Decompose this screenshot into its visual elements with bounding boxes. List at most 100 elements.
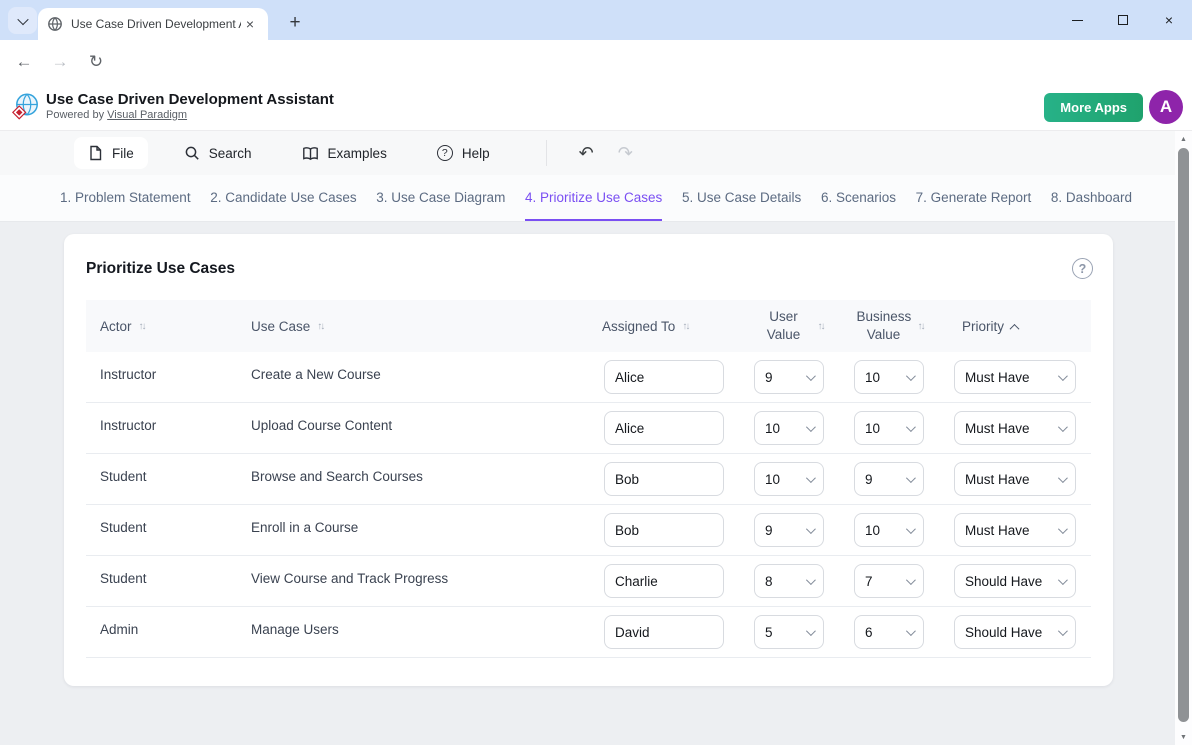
page-title: Prioritize Use Cases [86, 260, 235, 278]
header-priority[interactable]: Priority [940, 319, 1091, 334]
user-value-select[interactable]: 10 [754, 462, 824, 496]
scrollbar-thumb[interactable] [1178, 148, 1189, 722]
use-case-cell: Manage Users [251, 607, 588, 657]
user-value-text: 8 [765, 574, 773, 589]
assigned-to-input[interactable] [604, 513, 724, 547]
priority-select[interactable]: Must Have [954, 462, 1076, 496]
close-icon: × [1165, 13, 1173, 27]
header-user-value[interactable]: User Value ↑↓ [740, 308, 840, 343]
user-value-select[interactable]: 5 [754, 615, 824, 649]
visual-paradigm-link[interactable]: Visual Paradigm [107, 109, 187, 121]
scroll-down-icon[interactable]: ▼ [1175, 730, 1192, 744]
reload-button[interactable]: ↻ [80, 46, 112, 78]
business-value-text: 10 [865, 370, 880, 385]
chevron-down-icon [906, 575, 916, 585]
book-icon [302, 146, 319, 161]
assigned-to-input[interactable] [604, 360, 724, 394]
browser-tab[interactable]: Use Case Driven Development A × [38, 8, 268, 40]
chevron-down-icon [806, 575, 816, 585]
chevron-down-icon [806, 524, 816, 534]
use-case-cell: Enroll in a Course [251, 505, 588, 555]
chevron-down-icon [1058, 473, 1068, 483]
undo-button[interactable]: ↶ [567, 143, 606, 164]
step-tabs: 1. Problem Statement 2. Candidate Use Ca… [0, 175, 1192, 222]
sort-icon: ↑↓ [918, 321, 924, 332]
business-value-select[interactable]: 6 [854, 615, 924, 649]
main-content: Prioritize Use Cases ? Actor ↑↓ Use Case… [0, 222, 1192, 745]
help-menu-button[interactable]: ? Help [423, 137, 504, 169]
back-button[interactable]: ← [8, 46, 40, 78]
tab-scenarios[interactable]: 6. Scenarios [821, 175, 896, 221]
actor-cell: Instructor [86, 352, 251, 402]
window-minimize-button[interactable] [1054, 0, 1100, 40]
assigned-to-input[interactable] [604, 462, 724, 496]
more-apps-button[interactable]: More Apps [1044, 93, 1143, 122]
app-user-avatar[interactable]: A [1149, 90, 1183, 124]
examples-menu-button[interactable]: Examples [288, 138, 401, 169]
window-close-button[interactable]: × [1146, 0, 1192, 40]
header-use-case[interactable]: Use Case ↑↓ [251, 319, 588, 334]
chevron-down-icon [906, 626, 916, 636]
business-value-select[interactable]: 7 [854, 564, 924, 598]
priority-select[interactable]: Must Have [954, 513, 1076, 547]
priority-select[interactable]: Should Have [954, 615, 1076, 649]
header-assigned-to[interactable]: Assigned To ↑↓ [588, 319, 740, 334]
assigned-to-input[interactable] [604, 564, 724, 598]
priority-text: Must Have [965, 472, 1030, 487]
tab-dashboard[interactable]: 8. Dashboard [1051, 175, 1132, 221]
page-scrollbar[interactable]: ▲ ▼ [1175, 131, 1192, 745]
tab-search-button[interactable] [8, 7, 37, 34]
user-value-select[interactable]: 10 [754, 411, 824, 445]
tab-prioritize-use-cases[interactable]: 4. Prioritize Use Cases [525, 175, 662, 221]
tab-close-icon[interactable]: × [241, 15, 259, 33]
header-actor[interactable]: Actor ↑↓ [86, 319, 251, 334]
chevron-down-icon [906, 371, 916, 381]
business-value-select[interactable]: 9 [854, 462, 924, 496]
assigned-to-input[interactable] [604, 615, 724, 649]
file-label: File [112, 146, 134, 161]
business-value-select[interactable]: 10 [854, 513, 924, 547]
card-help-icon[interactable]: ? [1072, 258, 1093, 279]
priority-select[interactable]: Must Have [954, 360, 1076, 394]
actor-cell: Admin [86, 607, 251, 657]
tab-candidate-use-cases[interactable]: 2. Candidate Use Cases [210, 175, 356, 221]
window-maximize-button[interactable] [1100, 0, 1146, 40]
table-row: Student Browse and Search Courses 10 9 M… [86, 454, 1091, 505]
business-value-select[interactable]: 10 [854, 360, 924, 394]
table-row: Admin Manage Users 5 6 Should Have [86, 607, 1091, 658]
tab-generate-report[interactable]: 7. Generate Report [916, 175, 1032, 221]
user-value-text: 5 [765, 625, 773, 640]
sort-icon: ↑↓ [317, 321, 323, 332]
search-menu-button[interactable]: Search [170, 137, 266, 169]
tab-title: Use Case Driven Development A [71, 17, 241, 31]
header-business-value[interactable]: Business Value ↑↓ [840, 308, 940, 343]
app-menubar: File Search Examples ? Help ↶ ↷ [0, 131, 1192, 175]
chevron-down-icon [906, 524, 916, 534]
browser-toolbar: ← → ↻ ai-toolbox.visual-paradigm.com/app… [0, 40, 1192, 84]
file-menu-button[interactable]: File [74, 137, 148, 169]
chevron-down-icon [906, 422, 916, 432]
tab-use-case-diagram[interactable]: 3. Use Case Diagram [376, 175, 505, 221]
tab-problem-statement[interactable]: 1. Problem Statement [60, 175, 191, 221]
user-value-select[interactable]: 9 [754, 360, 824, 394]
assigned-to-input[interactable] [604, 411, 724, 445]
app-titles: Use Case Driven Development Assistant Po… [46, 91, 334, 121]
forward-button[interactable]: → [44, 46, 76, 78]
actor-cell: Student [86, 556, 251, 606]
use-case-cell: Upload Course Content [251, 403, 588, 453]
scroll-up-icon[interactable]: ▲ [1175, 132, 1192, 146]
new-tab-button[interactable]: + [281, 9, 309, 37]
priority-text: Should Have [965, 625, 1042, 640]
business-value-text: 10 [865, 523, 880, 538]
tab-use-case-details[interactable]: 5. Use Case Details [682, 175, 801, 221]
user-value-select[interactable]: 8 [754, 564, 824, 598]
sort-icon: ↑↓ [682, 321, 688, 332]
priority-select[interactable]: Should Have [954, 564, 1076, 598]
priority-select[interactable]: Must Have [954, 411, 1076, 445]
redo-button[interactable]: ↷ [606, 143, 645, 164]
user-value-select[interactable]: 9 [754, 513, 824, 547]
powered-by-text: Powered by [46, 109, 104, 121]
business-value-select[interactable]: 10 [854, 411, 924, 445]
app-header: Use Case Driven Development Assistant Po… [0, 84, 1192, 131]
user-value-text: 10 [765, 472, 780, 487]
